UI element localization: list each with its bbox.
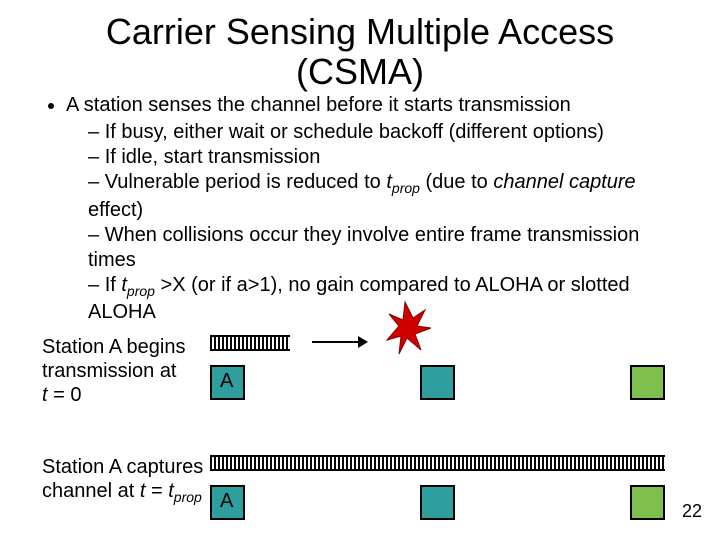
arrow-right-icon [310,333,370,351]
capB-l1: Station A captures [42,456,203,478]
capA-l2: transmission at [42,360,177,382]
collision-icon [385,300,435,360]
sb5-sub: prop [127,283,155,299]
station-mid-icon [420,365,455,400]
slide-title: Carrier Sensing Multiple Access (CSMA) [0,0,720,93]
sub-bullet-4: When collisions occur they involve entir… [88,223,686,273]
bullet-main-text: A station senses the channel before it s… [66,94,571,116]
station-mid2-icon [420,485,455,520]
slide-number: 22 [682,501,702,522]
signal-bar-icon [210,335,290,351]
sub-bullet-1: If busy, either wait or schedule backoff… [88,120,686,145]
station-right2-icon [630,485,665,520]
capB-l2-pre: channel at [42,480,140,502]
title-line-1: Carrier Sensing Multiple Access [106,11,614,52]
sb5-post: >X (or if a>1), no gain compared to ALOH… [88,274,630,324]
sb5-pre: If [105,274,122,296]
sb3-post: effect) [88,199,143,221]
bullet-main: A station senses the channel before it s… [66,93,686,325]
capB-l2-mid: = [145,480,168,502]
caption-b: Station A captures channel at t = tprop [42,455,212,506]
station-a2-label: A [220,490,233,513]
sub-bullet-2: If idle, start transmission [88,145,686,170]
slide-body: A station senses the channel before it s… [0,93,720,325]
sb3-it: channel capture [493,171,635,193]
capA-l3-post: = 0 [48,384,82,406]
capB-l2-sub: prop [174,489,202,505]
caption-a: Station A begins transmission at t = 0 [42,335,212,407]
sub-bullet-3: Vulnerable period is reduced to tprop (d… [88,170,686,223]
sb3-sub: prop [392,180,420,196]
sb3-mid: (due to [420,171,493,193]
station-right-icon [630,365,665,400]
diagram-begin-transmission: A [210,335,675,425]
sb3-pre: Vulnerable period is reduced to [105,171,387,193]
station-a-label: A [220,370,233,393]
signal-bar-full-icon [210,455,665,471]
capA-l1: Station A begins [42,336,185,358]
diagram-channel-captured: A [210,455,675,530]
title-line-2: (CSMA) [296,51,424,92]
